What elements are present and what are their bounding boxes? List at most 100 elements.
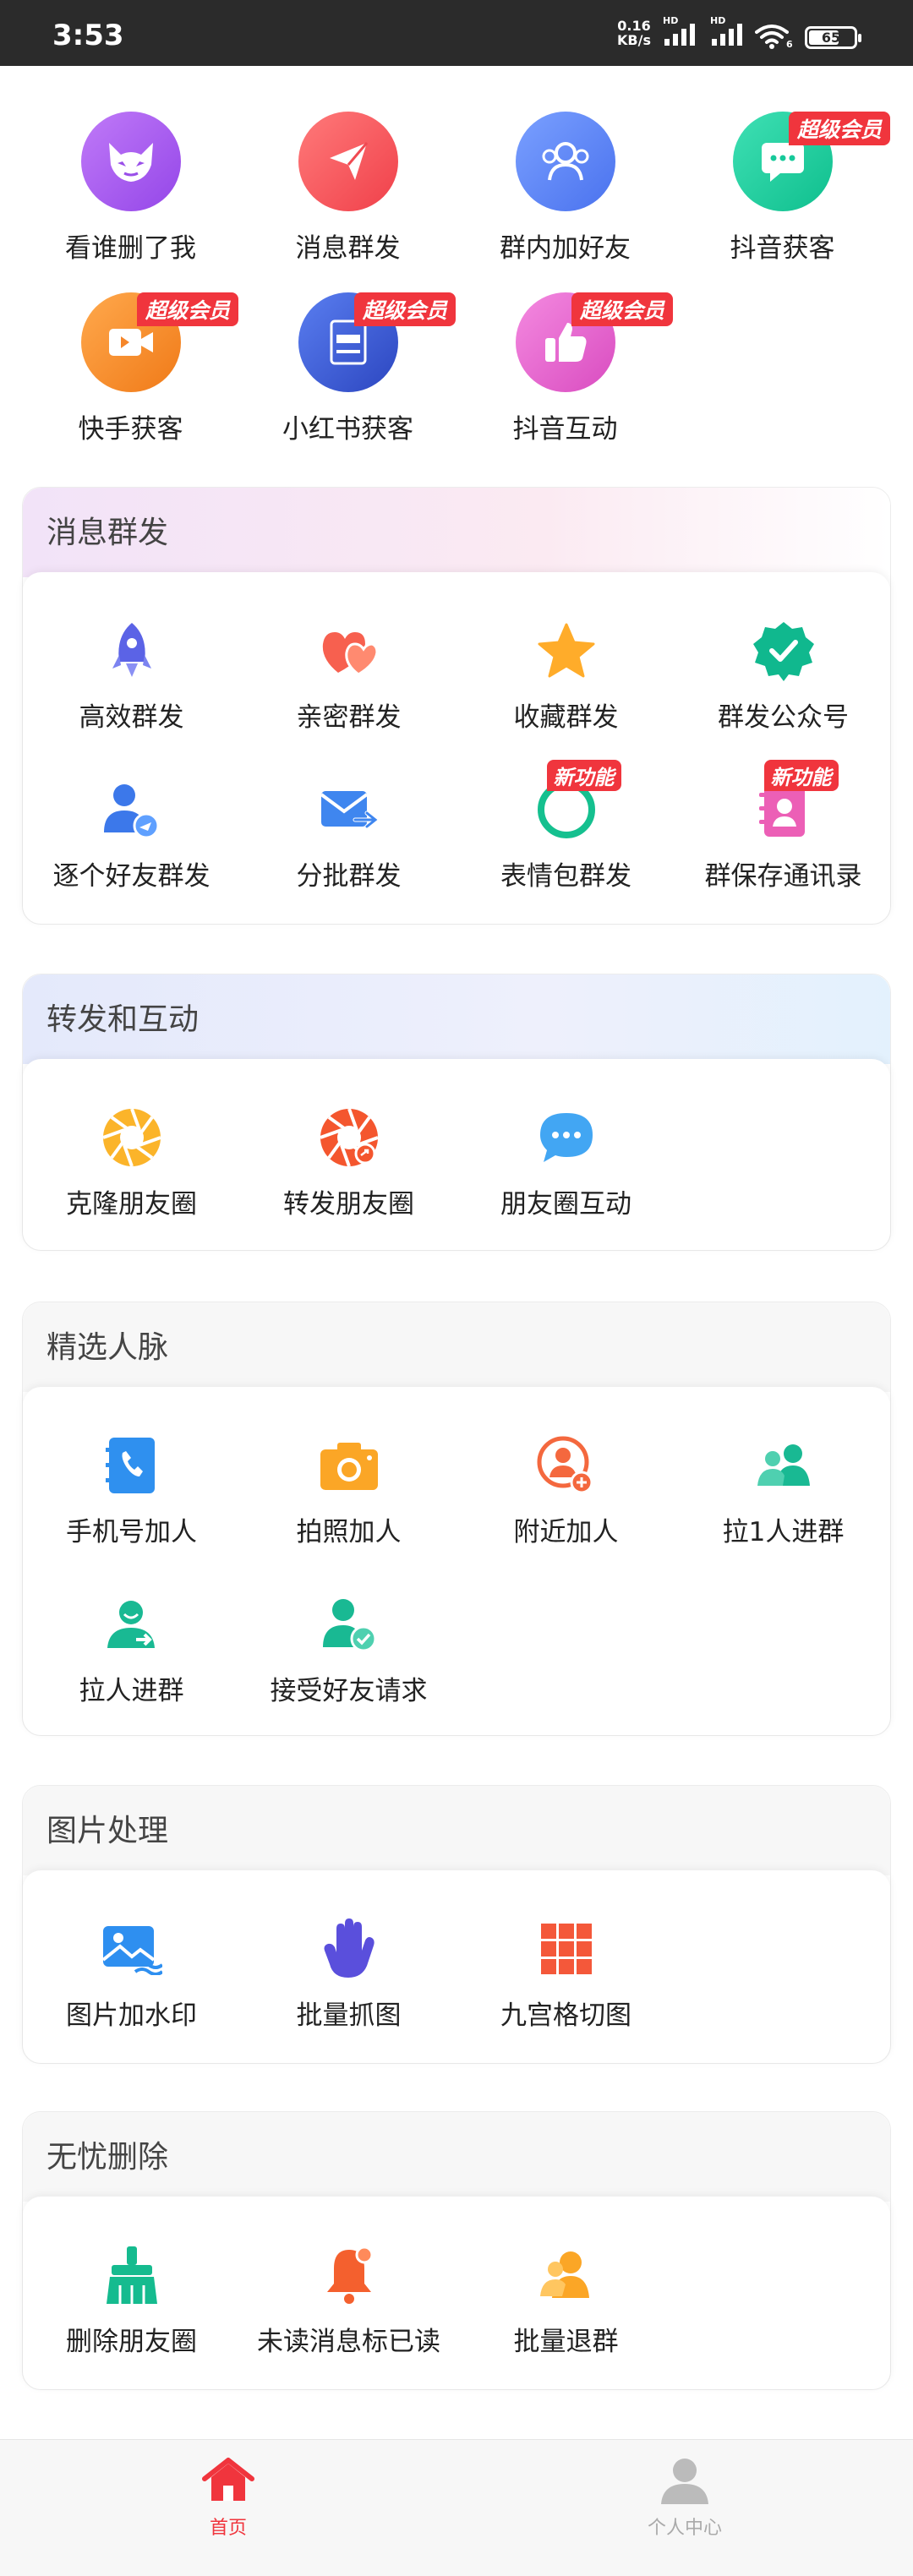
item-label: 克隆朋友圈	[66, 1189, 197, 1220]
quick-item-mass-message[interactable]: 消息群发	[239, 112, 456, 265]
rocket-icon	[101, 619, 163, 682]
quick-item-douyin-leads[interactable]: 超级会员 抖音获客	[674, 112, 891, 265]
section-title: 消息群发	[23, 488, 890, 577]
item-official-account[interactable]: 群发公众号	[675, 619, 892, 734]
verified-badge-icon	[752, 619, 815, 682]
nearby-user-icon	[535, 1434, 598, 1497]
aperture-red-icon	[318, 1106, 380, 1169]
quick-item-label: 小红书获客	[282, 414, 413, 445]
network-speed-unit: KB/s	[617, 32, 651, 48]
tab-profile[interactable]: 个人中心	[558, 2457, 812, 2540]
users-icon	[752, 1434, 815, 1497]
item-label: 未读消息标已读	[257, 2327, 440, 2357]
network-speed-value: 0.16	[617, 18, 651, 34]
tab-bar: 首页 个人中心	[0, 2439, 913, 2576]
comment-dots-icon	[535, 1106, 598, 1169]
item-label: 分批群发	[296, 861, 402, 892]
signal-2-icon: HD	[710, 15, 742, 46]
item-label: 删除朋友圈	[66, 2327, 197, 2357]
item-label: 朋友圈互动	[500, 1189, 631, 1220]
devil-mask-icon	[80, 112, 181, 211]
network-speed: 0.16 KB/s	[617, 19, 651, 47]
user-icon	[661, 2459, 708, 2504]
item-forward-moments[interactable]: 转发朋友圈	[240, 1106, 457, 1220]
user-send-icon	[101, 778, 163, 841]
item-label: 拍照加人	[296, 1517, 402, 1547]
quick-item-label: 抖音获客	[730, 233, 835, 264]
wifi-tag: 6	[786, 39, 793, 50]
item-save-contacts[interactable]: 新功能 群保存通讯录	[675, 760, 892, 892]
section-images: 图片处理 图片加水印 批量抓图 九宫格切图	[22, 1785, 891, 2064]
battery-icon: 65	[805, 26, 861, 49]
section-body: 删除朋友圈 未读消息标已读 批量退群	[23, 2197, 890, 2389]
group-icon	[515, 112, 615, 211]
quick-item-group-add[interactable]: 群内加好友	[456, 112, 674, 265]
quick-item-label: 看谁删了我	[65, 233, 196, 264]
item-label: 高效群发	[79, 702, 184, 733]
section-forward: 转发和互动 克隆朋友圈 转发朋友圈 朋友圈互动	[22, 974, 891, 1251]
item-photo-add[interactable]: 拍照加人	[240, 1434, 457, 1548]
user-exit-icon	[535, 2244, 598, 2306]
item-phone-add[interactable]: 手机号加人	[23, 1434, 240, 1548]
item-batch-grab[interactable]: 批量抓图	[240, 1918, 457, 2032]
item-one-by-one[interactable]: 逐个好友群发	[23, 778, 240, 892]
item-mark-read[interactable]: 未读消息标已读	[240, 2244, 457, 2358]
item-delete-moments[interactable]: 删除朋友圈	[23, 2244, 240, 2358]
item-clone-moments[interactable]: 克隆朋友圈	[23, 1106, 240, 1220]
phone-book-icon	[101, 1434, 163, 1497]
user-invite-icon	[101, 1593, 163, 1656]
item-label: 附近加人	[513, 1517, 619, 1547]
item-pull-one[interactable]: 拉1人进群	[675, 1434, 892, 1548]
item-accept-requests[interactable]: 接受好友请求	[240, 1593, 457, 1707]
section-title: 精选人脉	[23, 1302, 890, 1392]
item-nine-grid[interactable]: 九宫格切图	[457, 1918, 675, 2032]
grid-nine-icon	[535, 1918, 598, 1980]
item-label: 九宫格切图	[500, 2000, 631, 2031]
item-intimate-send[interactable]: 亲密群发	[240, 619, 457, 734]
quick-item-xhs-leads[interactable]: 超级会员 小红书获客	[239, 292, 456, 445]
quick-item-kuaishou-leads[interactable]: 超级会员 快手获客	[22, 292, 239, 445]
star-icon	[535, 619, 598, 682]
user-check-icon	[318, 1593, 380, 1656]
section-body: 手机号加人 拍照加人 附近加人 拉1人进群 拉人进群 接受好友请求	[23, 1387, 890, 1735]
item-emoji-send[interactable]: 新功能 表情包群发	[457, 760, 675, 892]
item-moments-interact[interactable]: 朋友圈互动	[457, 1106, 675, 1220]
quick-item-label: 抖音互动	[512, 414, 618, 445]
item-label: 群发公众号	[718, 702, 849, 733]
aperture-orange-icon	[101, 1106, 163, 1169]
item-watermark[interactable]: 图片加水印	[23, 1918, 240, 2032]
quick-item-douyin-interact[interactable]: 超级会员 抖音互动	[456, 292, 674, 445]
status-bar: 3:53 0.16 KB/s HD HD 6 65	[0, 0, 913, 66]
vip-badge: 超级会员	[354, 292, 456, 326]
section-body: 克隆朋友圈 转发朋友圈 朋友圈互动	[23, 1059, 890, 1250]
quick-item-deleted-me[interactable]: 看谁删了我	[22, 112, 239, 265]
image-watermark-icon	[101, 1918, 163, 1980]
home-icon	[202, 2458, 254, 2501]
item-label: 图片加水印	[66, 2000, 197, 2031]
section-body: 图片加水印 批量抓图 九宫格切图	[23, 1870, 890, 2063]
tab-home[interactable]: 首页	[101, 2457, 355, 2540]
item-label: 逐个好友群发	[52, 861, 210, 892]
item-label: 群保存通讯录	[704, 861, 862, 892]
hand-grab-icon	[318, 1918, 380, 1980]
signal-1-tag: HD	[663, 15, 679, 26]
quick-item-label: 消息群发	[295, 233, 401, 264]
item-efficient-send[interactable]: 高效群发	[23, 619, 240, 734]
camera-icon	[318, 1434, 380, 1497]
mail-send-icon	[318, 778, 380, 841]
section-title: 无忧删除	[23, 2112, 890, 2202]
item-batch-leave[interactable]: 批量退群	[457, 2244, 675, 2358]
wifi-icon	[755, 25, 789, 49]
tab-home-label: 首页	[209, 2518, 247, 2539]
quick-item-label: 快手获客	[78, 414, 183, 445]
item-batch-send[interactable]: 分批群发	[240, 778, 457, 892]
item-nearby-add[interactable]: 附近加人	[457, 1434, 675, 1548]
vip-badge: 超级会员	[137, 292, 239, 326]
item-pull-group[interactable]: 拉人进群	[23, 1593, 240, 1707]
item-label: 亲密群发	[296, 702, 402, 733]
item-favorite-send[interactable]: 收藏群发	[457, 619, 675, 734]
item-label: 批量退群	[513, 2327, 619, 2357]
item-label: 批量抓图	[296, 2000, 402, 2031]
paper-plane-icon	[298, 112, 398, 211]
section-cleanup: 无忧删除 删除朋友圈 未读消息标已读 批量退群	[22, 2111, 891, 2390]
